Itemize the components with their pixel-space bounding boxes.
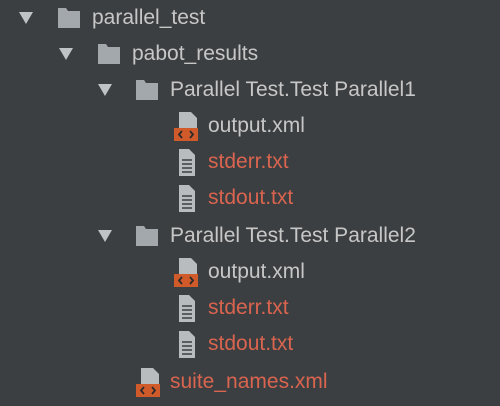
text-file-icon <box>179 185 195 212</box>
text-file-icon <box>179 331 195 358</box>
tree-file-label: output.xml <box>208 260 305 283</box>
tree-file-output-xml[interactable]: output.xml <box>0 254 500 290</box>
tree-node-pabot-results[interactable]: pabot_results <box>0 36 500 72</box>
folder-icon <box>136 226 158 246</box>
xml-file-icon <box>174 112 198 141</box>
tree-node-label: Parallel Test.Test Parallel2 <box>170 224 416 247</box>
tree-file-label: stderr.txt <box>208 296 289 319</box>
expand-arrow-icon[interactable] <box>18 11 34 25</box>
text-file-icon <box>179 295 195 322</box>
tree-file-stderr-txt[interactable]: stderr.txt <box>0 144 500 180</box>
xml-file-icon <box>174 258 198 287</box>
tree-file-label: stdout.txt <box>208 186 294 209</box>
tree-file-suite-names-xml[interactable]: suite_names.xml <box>0 364 500 400</box>
folder-icon <box>58 8 80 28</box>
folder-icon <box>136 80 158 100</box>
tree-node-label: Parallel Test.Test Parallel1 <box>170 78 416 101</box>
tree-node-suite-parallel1[interactable]: Parallel Test.Test Parallel1 <box>0 72 500 108</box>
text-file-icon <box>179 149 195 176</box>
tree-file-label: stderr.txt <box>208 150 289 173</box>
expand-arrow-icon[interactable] <box>58 47 74 61</box>
tree-node-label: pabot_results <box>132 42 259 65</box>
tree-node-suite-parallel2[interactable]: Parallel Test.Test Parallel2 <box>0 218 500 254</box>
tree-file-label: stdout.txt <box>208 332 294 355</box>
tree-file-label: output.xml <box>208 114 305 137</box>
tree-file-stdout-txt[interactable]: stdout.txt <box>0 180 500 216</box>
tree-file-label: suite_names.xml <box>170 370 328 393</box>
expand-arrow-icon[interactable] <box>97 83 113 97</box>
folder-icon <box>98 44 120 64</box>
xml-file-icon <box>136 368 160 397</box>
tree-node-label: parallel_test <box>92 6 206 29</box>
project-file-tree: parallel_test pabot_results Parallel Tes… <box>0 0 500 406</box>
tree-file-stdout-txt[interactable]: stdout.txt <box>0 326 500 362</box>
expand-arrow-icon[interactable] <box>97 229 113 243</box>
tree-file-stderr-txt[interactable]: stderr.txt <box>0 290 500 326</box>
tree-node-parallel-test[interactable]: parallel_test <box>0 0 500 36</box>
tree-file-output-xml[interactable]: output.xml <box>0 108 500 144</box>
